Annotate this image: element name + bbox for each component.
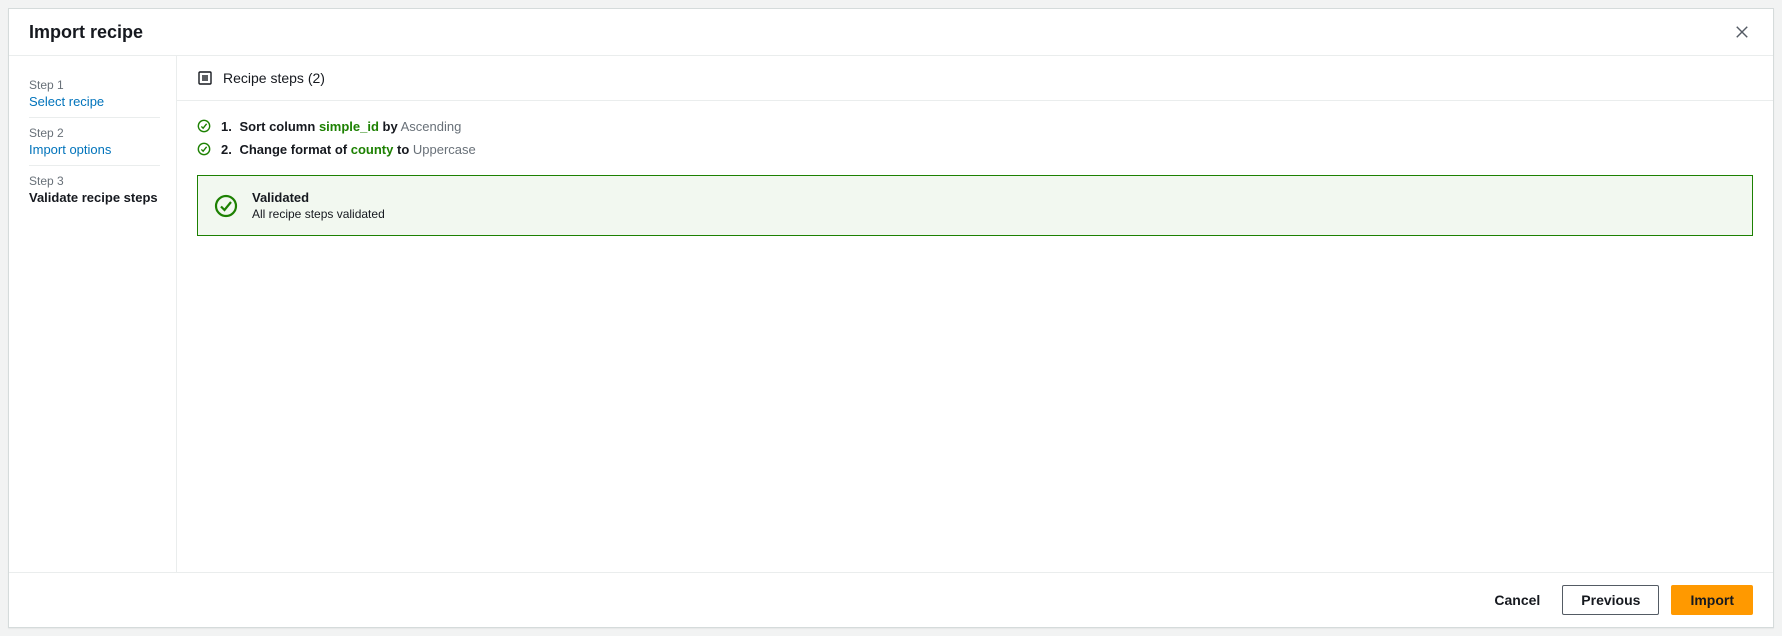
step-number: Step 1 <box>29 78 160 92</box>
recipe-step-row: 2. Change format of county to Uppercase <box>197 140 1753 157</box>
validated-subtitle: All recipe steps validated <box>252 207 385 221</box>
validated-alert: Validated All recipe steps validated <box>197 175 1753 236</box>
modal-header: Import recipe <box>9 9 1773 56</box>
step-joiner: by <box>383 119 398 134</box>
close-button[interactable] <box>1731 21 1753 43</box>
modal-body: Step 1 Select recipe Step 2 Import optio… <box>9 56 1773 572</box>
import-recipe-modal: Import recipe Step 1 Select recipe Step … <box>8 8 1774 628</box>
recipe-step-text: 2. Change format of county to Uppercase <box>221 142 476 157</box>
step-joiner: to <box>397 142 409 157</box>
recipe-step-row: 1. Sort column simple_id by Ascending <box>197 117 1753 134</box>
previous-button[interactable]: Previous <box>1562 585 1659 615</box>
step-value: Ascending <box>401 119 462 134</box>
step-column: county <box>351 142 394 157</box>
validated-title: Validated <box>252 190 385 205</box>
step-number: Step 2 <box>29 126 160 140</box>
step-pre: of <box>335 142 347 157</box>
step-value: Uppercase <box>413 142 476 157</box>
recipe-steps-list: 1. Sort column simple_id by Ascending 2. <box>177 101 1773 256</box>
section-title: Recipe steps (2) <box>223 70 325 86</box>
wizard-sidebar: Step 1 Select recipe Step 2 Import optio… <box>9 56 177 572</box>
step-label: Validate recipe steps <box>29 190 160 205</box>
step-index: 1. <box>221 119 232 134</box>
step-action: Change format <box>239 142 331 157</box>
section-header: Recipe steps (2) <box>177 56 1773 101</box>
check-circle-icon <box>197 142 211 156</box>
main-panel: Recipe steps (2) 1. Sort column simple_i… <box>177 56 1773 572</box>
modal-title: Import recipe <box>29 22 143 43</box>
recipe-step-text: 1. Sort column simple_id by Ascending <box>221 119 461 134</box>
step-label: Select recipe <box>29 94 160 109</box>
step-label: Import options <box>29 142 160 157</box>
step-action: Sort column <box>239 119 315 134</box>
close-icon <box>1735 25 1749 39</box>
step-column: simple_id <box>319 119 379 134</box>
success-check-icon <box>214 194 238 218</box>
modal-footer: Cancel Previous Import <box>9 572 1773 627</box>
step-index: 2. <box>221 142 232 157</box>
check-circle-icon <box>197 119 211 133</box>
import-button[interactable]: Import <box>1671 585 1753 615</box>
wizard-step-3: Step 3 Validate recipe steps <box>29 165 160 213</box>
recipe-steps-icon <box>197 70 213 86</box>
wizard-step-2[interactable]: Step 2 Import options <box>29 117 160 165</box>
step-number: Step 3 <box>29 174 160 188</box>
cancel-button[interactable]: Cancel <box>1484 586 1550 614</box>
wizard-step-1[interactable]: Step 1 Select recipe <box>29 70 160 117</box>
validated-text: Validated All recipe steps validated <box>252 190 385 221</box>
